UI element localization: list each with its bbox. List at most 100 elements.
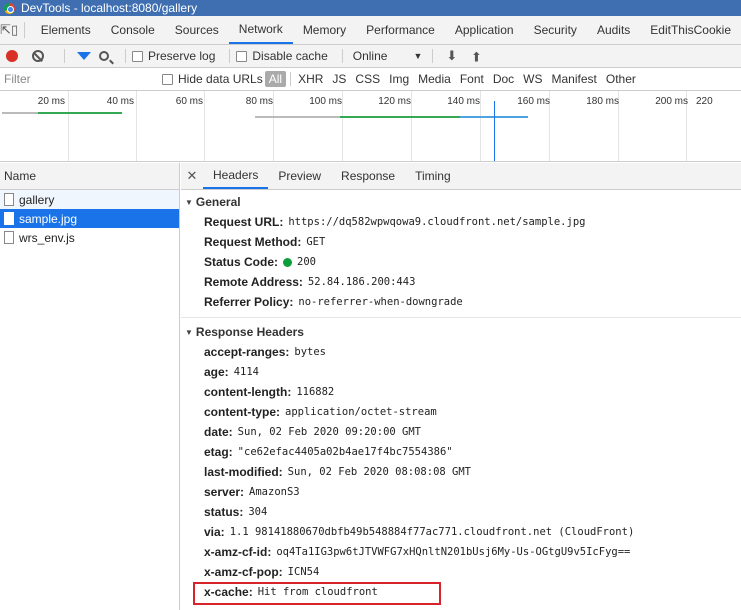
type-filter-other[interactable]: Other [602, 71, 640, 87]
timeline-tick-label: 60 ms [175, 96, 203, 107]
script-icon [4, 231, 14, 244]
type-filter-xhr[interactable]: XHR [294, 71, 327, 87]
section-title: General [195, 195, 241, 209]
search-icon[interactable] [99, 51, 109, 61]
tab-preview[interactable]: Preview [268, 163, 331, 189]
image-icon [4, 212, 14, 225]
header-value: https://dq582wpwqowa9.cloudfront.net/sam… [288, 216, 586, 228]
header-row: content-length: 116882 [181, 382, 741, 402]
timeline-tick-label: 200 ms [655, 96, 688, 107]
timeline-gridline [411, 91, 412, 161]
response-headers-section-toggle[interactable]: ▼ Response Headers [181, 322, 741, 342]
header-value: 4114 [233, 366, 259, 378]
timeline-overview[interactable]: 20 ms 40 ms 60 ms 80 ms 100 ms 120 ms 14… [0, 91, 741, 162]
filter-icon[interactable] [77, 52, 91, 60]
header-key: via: [204, 525, 225, 539]
request-row-gallery[interactable]: gallery [0, 190, 179, 209]
expand-triangle-icon: ▼ [185, 197, 193, 207]
request-name: wrs_env.js [19, 230, 75, 245]
general-section: ▼ General Request URL: https://dq582wpwqo… [181, 192, 741, 318]
disable-cache-checkbox[interactable] [236, 50, 248, 62]
header-value: Sun, 02 Feb 2020 08:08:08 GMT [287, 466, 471, 478]
header-key: Status Code: [204, 255, 279, 269]
close-icon[interactable]: ✕ [181, 163, 203, 189]
network-toolbar: Preserve log Disable cache Online ▼ ⬇ ⬇ [0, 45, 741, 68]
timeline-waiting-bar [2, 112, 38, 114]
import-har-icon[interactable]: ⬇ [446, 48, 457, 64]
type-filter-manifest[interactable]: Manifest [548, 71, 601, 87]
preserve-log-label: Preserve log [148, 49, 216, 63]
timeline-domcontentloaded-marker [494, 101, 495, 161]
header-row: date: Sun, 02 Feb 2020 09:20:00 GMT [181, 422, 741, 442]
status-ok-icon [283, 257, 293, 267]
general-section-toggle[interactable]: ▼ General [181, 192, 741, 212]
name-column-header[interactable]: Name [0, 163, 179, 190]
divider [125, 49, 126, 63]
request-name: gallery [19, 192, 55, 207]
tab-console[interactable]: Console [101, 16, 165, 44]
tab-sources[interactable]: Sources [165, 16, 229, 44]
filter-bar: Hide data URLs All XHR JS CSS Img Media … [0, 68, 741, 91]
header-key: content-length: [204, 385, 292, 399]
header-value: "ce62efac4405a02b4ae17f4bc7554386" [237, 446, 453, 458]
timeline-gridline [204, 91, 205, 161]
request-list: Name gallery sample.jpg wrs_env.js [0, 163, 180, 610]
device-toolbar-icon[interactable]: ▯ [11, 16, 18, 44]
type-filter-js[interactable]: JS [328, 71, 350, 87]
tab-editthiscookie[interactable]: EditThisCookie [640, 16, 741, 44]
hide-data-urls-checkbox[interactable] [162, 73, 173, 85]
disable-cache-label: Disable cache [252, 49, 328, 63]
tab-response[interactable]: Response [331, 163, 405, 189]
chrome-logo-icon [4, 2, 15, 14]
type-filter-media[interactable]: Media [414, 71, 455, 87]
type-filter-img[interactable]: Img [385, 71, 413, 87]
header-row: accept-ranges: bytes [181, 342, 741, 362]
timeline-gridline [68, 91, 69, 161]
timeline-tick-label: 120 ms [378, 96, 411, 107]
tab-network[interactable]: Network [228, 16, 293, 44]
header-key: Remote Address: [204, 275, 303, 289]
preserve-log-checkbox[interactable] [132, 50, 143, 62]
header-key: x-amz-cf-id: [204, 545, 272, 559]
inspect-element-icon[interactable]: ⇱ [0, 16, 11, 44]
clear-icon[interactable] [32, 50, 44, 62]
throttling-dropdown[interactable]: Online ▼ [353, 49, 423, 63]
header-key: Referrer Policy: [204, 295, 294, 309]
header-row: Request URL: https://dq582wpwqowa9.cloudf… [181, 212, 741, 232]
tab-security[interactable]: Security [524, 16, 587, 44]
tab-performance[interactable]: Performance [356, 16, 445, 44]
export-har-icon[interactable]: ⬇ [471, 48, 482, 64]
timeline-gridline [342, 91, 343, 161]
tab-application[interactable]: Application [445, 16, 524, 44]
timeline-tick-label: 180 ms [586, 96, 619, 107]
header-value: bytes [294, 346, 326, 358]
expand-triangle-icon: ▼ [185, 327, 193, 337]
header-key: age: [204, 365, 229, 379]
tab-headers[interactable]: Headers [203, 163, 269, 189]
tab-audits[interactable]: Audits [587, 16, 640, 44]
header-row: x-amz-cf-pop: ICN54 [181, 562, 741, 582]
request-row-wrs-env-js[interactable]: wrs_env.js [0, 228, 179, 247]
filter-input[interactable] [0, 69, 150, 89]
type-filter-ws[interactable]: WS [519, 71, 546, 87]
type-filter-font[interactable]: Font [456, 71, 488, 87]
tab-elements[interactable]: Elements [31, 16, 101, 44]
header-key: last-modified: [204, 465, 283, 479]
type-filter-css[interactable]: CSS [351, 71, 384, 87]
timeline-gridline [273, 91, 274, 161]
header-row: content-type: application/octet-stream [181, 402, 741, 422]
record-icon[interactable] [6, 50, 18, 62]
timeline-tick-label: 80 ms [245, 96, 273, 107]
type-filter-doc[interactable]: Doc [489, 71, 518, 87]
type-filter-all[interactable]: All [264, 71, 287, 87]
request-row-sample-jpg[interactable]: sample.jpg [0, 209, 179, 228]
document-icon [4, 193, 14, 206]
tab-timing[interactable]: Timing [405, 163, 461, 189]
window-titlebar: DevTools - localhost:8080/gallery [0, 0, 741, 16]
request-detail-panel: ✕ Headers Preview Response Timing ▼ Gene… [181, 163, 741, 610]
timeline-tick-label: 20 ms [37, 96, 65, 107]
header-value: Sun, 02 Feb 2020 09:20:00 GMT [237, 426, 421, 438]
tab-memory[interactable]: Memory [293, 16, 356, 44]
timeline-download-bar [38, 112, 122, 114]
header-row: server: AmazonS3 [181, 482, 741, 502]
